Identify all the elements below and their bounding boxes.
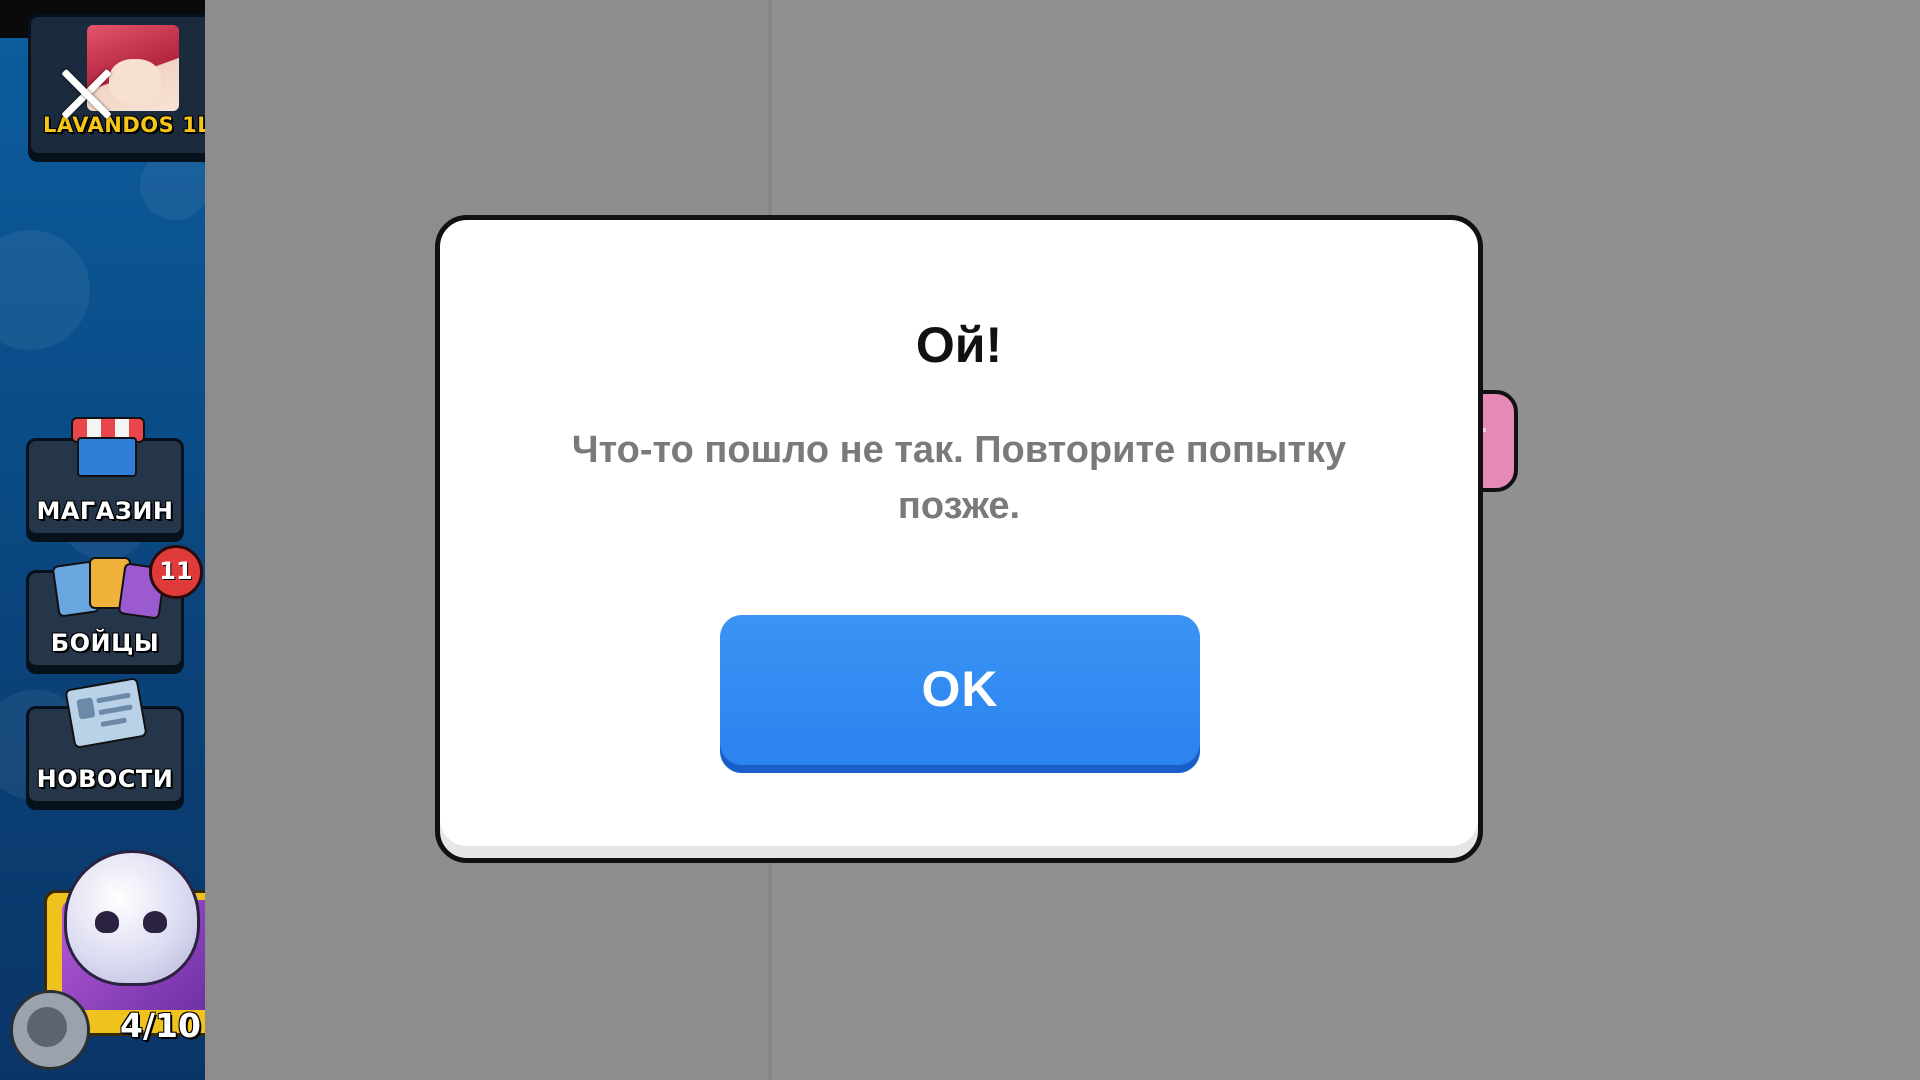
skull-icon xyxy=(64,850,200,986)
dialog-message: Что-то пошло не так. Повторите попытку п… xyxy=(571,429,1347,527)
news-icon xyxy=(64,677,148,749)
game-sidebar: LAVANDOS 1L МАГАЗИН 11 БОЙЦЫ НОВОСТИ 4/1… xyxy=(0,0,205,1080)
starr-drop-progress: 4/10 xyxy=(120,1006,201,1045)
notification-badge: 11 xyxy=(149,545,203,599)
sidebar-item-label: НОВОСТИ xyxy=(36,765,174,793)
shop-icon xyxy=(71,417,145,477)
dialog-title: Ой! xyxy=(915,317,1003,373)
profile-button[interactable]: LAVANDOS 1L xyxy=(28,14,205,156)
sidebar-item-label: МАГАЗИН xyxy=(36,497,174,525)
sidebar-item-brawlers[interactable]: 11 БОЙЦЫ xyxy=(26,545,203,668)
sidebar-item-shop[interactable]: МАГАЗИН xyxy=(26,417,184,536)
avatar-face xyxy=(109,59,161,103)
ok-button-label: OK xyxy=(921,661,999,717)
sidebar-item-label: БОЙЦЫ xyxy=(50,629,160,657)
ok-button[interactable]: OK xyxy=(720,615,1200,773)
error-dialog: Ой! Что-то пошло не так. Повторите попыт… xyxy=(435,215,1483,863)
star-token-icon xyxy=(10,990,90,1070)
close-icon[interactable] xyxy=(56,64,116,124)
background-pattern xyxy=(0,230,90,350)
sidebar-item-news[interactable]: НОВОСТИ xyxy=(26,677,184,804)
background-pattern xyxy=(140,150,205,220)
